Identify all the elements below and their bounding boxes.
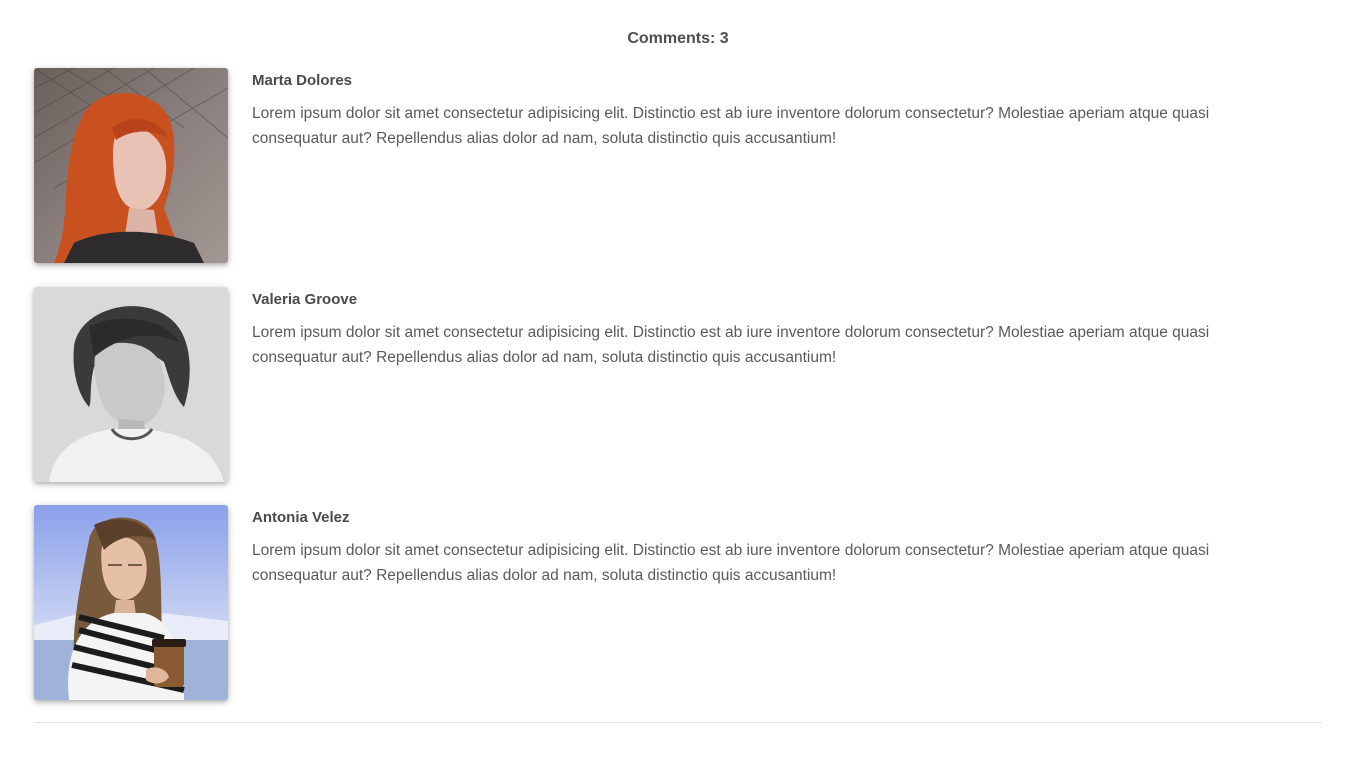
comment-body: Marta Dolores Lorem ipsum dolor sit amet… (252, 71, 1292, 151)
comment-body: Antonia Velez Lorem ipsum dolor sit amet… (252, 508, 1292, 588)
comment-text: Lorem ipsum dolor sit amet consectetur a… (252, 542, 1210, 584)
comment-body: Valeria Groove Lorem ipsum dolor sit ame… (252, 290, 1292, 370)
comments-section: Comments: 3 Marta Dolores Lorem ipsum do… (0, 0, 1356, 757)
comment-item: Marta Dolores Lorem ipsum dolor sit amet… (34, 68, 1322, 263)
comment-author[interactable]: Valeria Groove (252, 290, 1292, 310)
comment-item: Valeria Groove Lorem ipsum dolor sit ame… (34, 287, 1322, 482)
comment-item: Antonia Velez Lorem ipsum dolor sit amet… (34, 505, 1322, 700)
comment-text: Lorem ipsum dolor sit amet consectetur a… (252, 324, 1210, 366)
comment-author[interactable]: Marta Dolores (252, 71, 1292, 91)
divider (34, 722, 1322, 723)
comment-author[interactable]: Antonia Velez (252, 508, 1292, 528)
comment-text: Lorem ipsum dolor sit amet consectetur a… (252, 105, 1210, 147)
avatar[interactable] (34, 505, 228, 700)
comments-count-heading: Comments: 3 (627, 30, 729, 47)
avatar[interactable] (34, 68, 228, 263)
avatar[interactable] (34, 287, 228, 482)
